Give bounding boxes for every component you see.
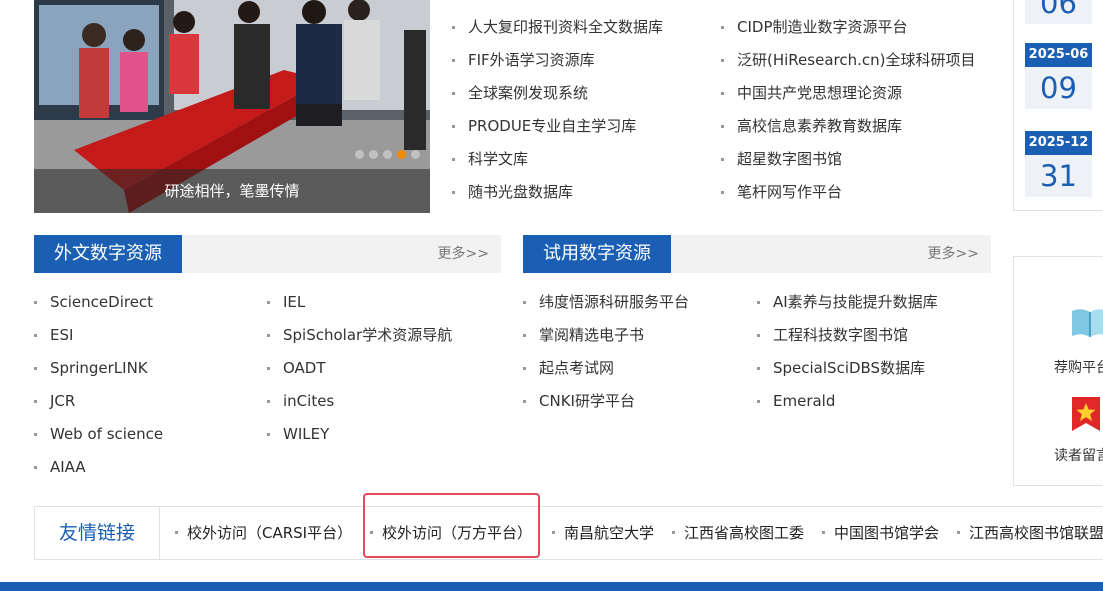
date-day: 09: [1025, 67, 1092, 109]
foreign-resources-col2: IEL SpiScholar学术资源导航 OADT inCites WILEY: [267, 286, 452, 451]
list-item[interactable]: 超星数字图书馆: [721, 143, 975, 176]
slider-caption[interactable]: 研途相伴，笔墨传情: [34, 169, 430, 213]
list-item[interactable]: AI素养与技能提升数据库: [757, 286, 938, 319]
list-item[interactable]: WILEY: [267, 418, 452, 451]
friend-link[interactable]: 校外访问（CARSI平台）: [175, 507, 352, 559]
list-item[interactable]: CNKI研学平台: [523, 385, 689, 418]
service-label: 读者留言: [1054, 448, 1103, 464]
list-item[interactable]: SpecialSciDBS数据库: [757, 352, 938, 385]
list-item[interactable]: 工程科技数字图书馆: [757, 319, 938, 352]
database-list-left: 人大复印报刊资料全文数据库 FIF外语学习资源库 全球案例发现系统 PRODUE…: [452, 11, 663, 209]
date-item[interactable]: 2025-06 09: [1025, 43, 1092, 109]
foreign-resources-header: 外文数字资源 更多>>: [34, 235, 501, 273]
list-item[interactable]: 纬度悟源科研服务平台: [523, 286, 689, 319]
list-item[interactable]: JCR: [34, 385, 163, 418]
date-day: 31: [1025, 155, 1092, 197]
list-item[interactable]: 科学文库: [452, 143, 663, 176]
friendly-links-title: 友情链接: [35, 507, 160, 559]
list-item[interactable]: FIF外语学习资源库: [452, 44, 663, 77]
slider-dot[interactable]: [369, 150, 378, 159]
list-item[interactable]: 全球案例发现系统: [452, 77, 663, 110]
list-item[interactable]: 起点考试网: [523, 352, 689, 385]
database-list-right: CIDP制造业数字资源平台 泛研(HiResearch.cn)全球科研项目 中国…: [721, 11, 975, 209]
slider-dot[interactable]: [411, 150, 420, 159]
slider-dot[interactable]: [383, 150, 392, 159]
more-link[interactable]: 更多>>: [928, 235, 979, 273]
more-link[interactable]: 更多>>: [438, 235, 489, 273]
friend-link[interactable]: 江西高校图书馆联盟: [957, 507, 1103, 559]
list-item[interactable]: 高校信息素养教育数据库: [721, 110, 975, 143]
news-photo-slider[interactable]: 研途相伴，笔墨传情: [34, 0, 430, 213]
service-label: 荐购平台: [1054, 360, 1103, 376]
date-year-month: 2025-06: [1025, 43, 1092, 67]
trial-resources-col2: AI素养与技能提升数据库 工程科技数字图书馆 SpecialSciDBS数据库 …: [757, 286, 938, 418]
footer-bar: [0, 582, 1103, 591]
list-item[interactable]: CIDP制造业数字资源平台: [721, 11, 975, 44]
list-item[interactable]: ESI: [34, 319, 163, 352]
star-ribbon-icon: [1072, 397, 1100, 431]
slider-pagination[interactable]: [355, 150, 420, 159]
list-item[interactable]: 笔杆网写作平台: [721, 176, 975, 209]
slider-dot-active[interactable]: [397, 150, 406, 159]
list-item[interactable]: 泛研(HiResearch.cn)全球科研项目: [721, 44, 975, 77]
list-item[interactable]: 人大复印报刊资料全文数据库: [452, 11, 663, 44]
friend-link[interactable]: 江西省高校图工委: [672, 507, 804, 559]
date-item[interactable]: 2025-12 31: [1025, 131, 1092, 197]
friend-link[interactable]: 南昌航空大学: [552, 507, 654, 559]
friendly-links-bar: 友情链接 校外访问（CARSI平台） 校外访问（万方平台） 南昌航空大学 江西省…: [34, 506, 1103, 560]
friend-link[interactable]: 中国图书馆学会: [822, 507, 939, 559]
list-item[interactable]: Web of science: [34, 418, 163, 451]
list-item[interactable]: IEL: [267, 286, 452, 319]
date-day: 06: [1025, 0, 1092, 24]
list-item[interactable]: OADT: [267, 352, 452, 385]
list-item[interactable]: AIAA: [34, 451, 163, 484]
list-item[interactable]: 中国共产党思想理论资源: [721, 77, 975, 110]
date-item[interactable]: 06: [1025, 0, 1092, 24]
list-item[interactable]: SpringerLINK: [34, 352, 163, 385]
open-book-icon: [1072, 309, 1103, 337]
list-item[interactable]: 随书光盘数据库: [452, 176, 663, 209]
list-item[interactable]: 掌阅精选电子书: [523, 319, 689, 352]
list-item[interactable]: ScienceDirect: [34, 286, 163, 319]
list-item[interactable]: PRODUE专业自主学习库: [452, 110, 663, 143]
reader-services-panel: 荐购平台 读者留言: [1013, 256, 1103, 486]
list-item[interactable]: inCites: [267, 385, 452, 418]
highlight-annotation-box: [363, 493, 540, 558]
foreign-resources-col1: ScienceDirect ESI SpringerLINK JCR Web o…: [34, 286, 163, 484]
trial-resources-header: 试用数字资源 更多>>: [523, 235, 991, 273]
date-year-month: 2025-12: [1025, 131, 1092, 155]
list-item[interactable]: Emerald: [757, 385, 938, 418]
section-title[interactable]: 试用数字资源: [523, 235, 671, 273]
trial-resources-col1: 纬度悟源科研服务平台 掌阅精选电子书 起点考试网 CNKI研学平台: [523, 286, 689, 418]
notice-date-panel: 06 2025-06 09 2025-12 31: [1013, 0, 1103, 211]
list-item[interactable]: SpiScholar学术资源导航: [267, 319, 452, 352]
slider-dot[interactable]: [355, 150, 364, 159]
section-title[interactable]: 外文数字资源: [34, 235, 182, 273]
